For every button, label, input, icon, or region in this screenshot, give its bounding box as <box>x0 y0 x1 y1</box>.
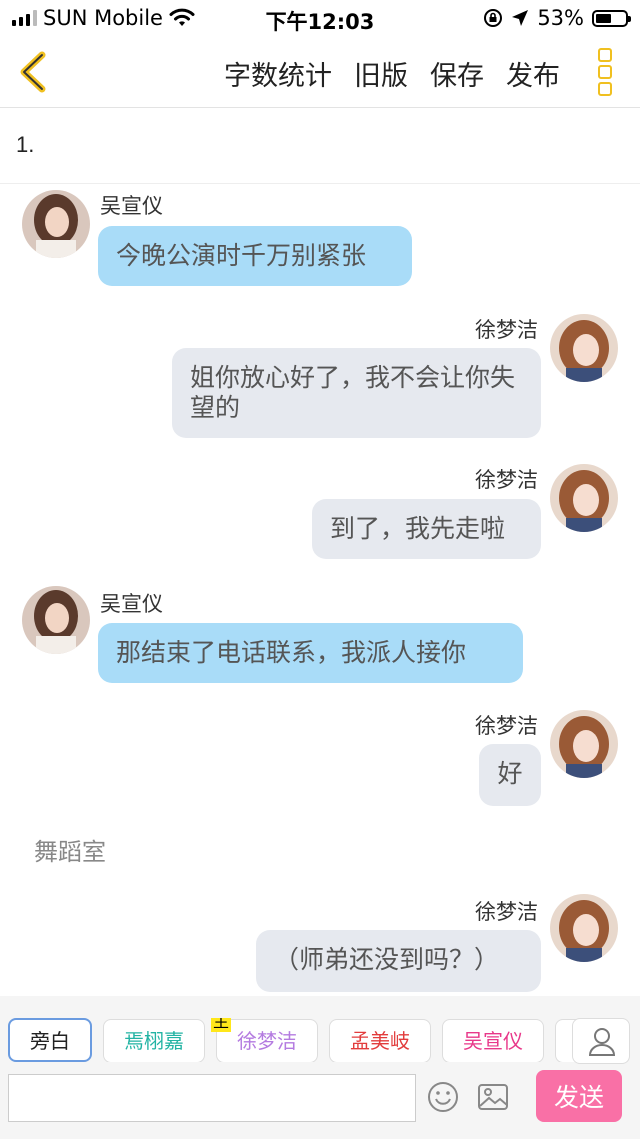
rotation-lock-icon <box>484 9 503 27</box>
sender-name: 吴宣仪 <box>100 194 163 218</box>
avatar[interactable] <box>550 894 618 962</box>
sender-name: 徐梦洁 <box>475 714 538 738</box>
role-label: 孟美岐 <box>350 1029 410 1053</box>
image-icon[interactable] <box>476 1080 510 1114</box>
battery-percent: 53% <box>537 6 584 30</box>
chat-area[interactable]: 吴宣仪 今晚公演时千万别紧张 徐梦洁 姐你放心好了，我不会让你失望的 徐梦洁 到… <box>0 184 640 996</box>
title-row <box>0 108 640 184</box>
role-chip-narration[interactable]: 旁白 <box>8 1018 92 1062</box>
role-chip[interactable]: 吴宣仪 <box>442 1019 544 1062</box>
toolbar-actions: 字数统计 旧版 保存 发布 <box>224 54 560 93</box>
message-bubble[interactable]: 姐你放心好了，我不会让你失望的 <box>172 348 541 438</box>
publish-button[interactable]: 发布 <box>506 54 560 93</box>
message-bubble[interactable]: 那结束了电话联系，我派人接你 <box>98 623 523 683</box>
sender-name: 徐梦洁 <box>475 900 538 924</box>
message-bubble[interactable]: 好 <box>479 744 541 806</box>
avatar[interactable] <box>22 190 90 258</box>
status-right: 53% <box>483 6 631 30</box>
role-label: 徐梦洁 <box>237 1029 297 1053</box>
save-button[interactable]: 保存 <box>430 54 484 93</box>
avatar[interactable] <box>550 464 618 532</box>
composer: 旁白焉栩嘉主徐梦洁孟美岐吴宣仪周 发送 <box>0 996 640 1139</box>
old-version-button[interactable]: 旧版 <box>354 54 408 93</box>
role-label: 焉栩嘉 <box>124 1029 184 1053</box>
avatar[interactable] <box>550 314 618 382</box>
role-label: 旁白 <box>30 1029 70 1053</box>
smiley-icon[interactable] <box>426 1080 460 1114</box>
avatar[interactable] <box>550 710 618 778</box>
role-selector: 旁白焉栩嘉主徐梦洁孟美岐吴宣仪周 <box>8 1018 578 1062</box>
sender-name: 徐梦洁 <box>475 318 538 342</box>
word-count-button[interactable]: 字数统计 <box>224 54 332 93</box>
status-bar: SUN Mobile 下午12:03 53% <box>0 0 640 36</box>
main-role-badge: 主 <box>211 1018 232 1032</box>
role-label: 吴宣仪 <box>463 1029 523 1053</box>
narration-text[interactable]: 舞蹈室 <box>34 832 106 867</box>
role-chip-main[interactable]: 主徐梦洁 <box>211 1018 318 1062</box>
location-icon <box>512 10 529 26</box>
sender-name: 吴宣仪 <box>100 592 163 616</box>
message-bubble[interactable]: （师弟还没到吗？） <box>256 930 541 992</box>
title-input[interactable] <box>16 132 616 158</box>
user-button[interactable] <box>572 1018 630 1064</box>
message-bubble[interactable]: 今晚公演时千万别紧张 <box>98 226 412 286</box>
sender-name: 徐梦洁 <box>475 468 538 492</box>
editor-toolbar: 字数统计 旧版 保存 发布 <box>0 36 640 108</box>
message-bubble[interactable]: 到了，我先走啦 <box>312 499 541 559</box>
role-chip[interactable]: 焉栩嘉 <box>103 1019 205 1062</box>
chevron-left-icon[interactable] <box>14 50 54 94</box>
avatar[interactable] <box>22 586 90 654</box>
battery-icon <box>592 9 631 27</box>
more-vertical-icon[interactable] <box>598 48 616 96</box>
user-icon <box>588 1028 616 1056</box>
role-chip[interactable]: 孟美岐 <box>329 1019 431 1062</box>
message-input[interactable] <box>8 1074 416 1122</box>
send-button[interactable]: 发送 <box>536 1070 622 1122</box>
